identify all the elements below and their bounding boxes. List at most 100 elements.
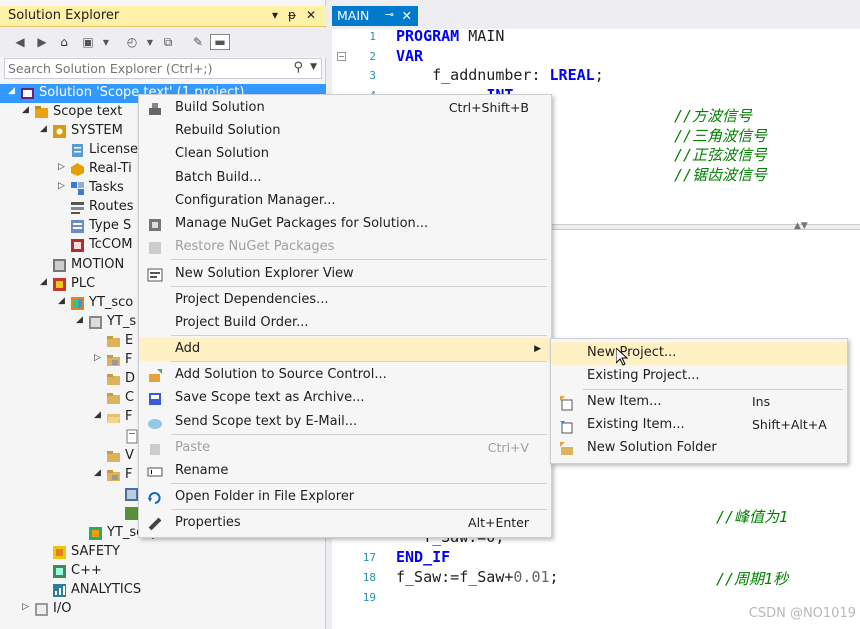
- expand-arrow-icon[interactable]: ▷: [58, 162, 68, 172]
- menu-separator: [171, 509, 547, 510]
- menu-item-label: Restore NuGet Packages: [175, 239, 335, 254]
- collapse-arrow-icon[interactable]: ◢: [22, 105, 32, 115]
- code-line[interactable]: END_IF: [396, 548, 450, 566]
- code-line[interactable]: VAR: [396, 47, 423, 65]
- proj-icon: [35, 106, 48, 118]
- dropdown-icon[interactable]: ▾: [272, 8, 278, 22]
- tccom-icon: [71, 239, 84, 252]
- expand-arrow-icon[interactable]: ▷: [58, 181, 68, 191]
- menu-item-restore-nuget-packages[interactable]: Restore NuGet Packages: [139, 236, 551, 259]
- tree-item-label: C++: [71, 563, 102, 578]
- menu-item-add[interactable]: Add ▶: [139, 338, 551, 361]
- expand-arrow-icon[interactable]: ▷: [94, 353, 104, 363]
- rt-icon: [71, 163, 84, 176]
- search-icon[interactable]: ⚲: [293, 60, 303, 75]
- code-line[interactable]: PROGRAM MAIN: [396, 27, 504, 45]
- menu-item-add-solution-to-source-control[interactable]: Add Solution to Source Control...: [139, 364, 551, 387]
- submenu-item-new-project[interactable]: New Project...: [551, 342, 847, 365]
- chevron-down-icon[interactable]: ▼: [310, 62, 317, 72]
- collapse-arrow-icon[interactable]: ◢: [8, 86, 18, 96]
- code-comment: //方波信号: [674, 107, 753, 125]
- menu-separator: [171, 286, 547, 287]
- menu-item-label: Project Dependencies...: [175, 292, 329, 307]
- collapse-arrow-icon[interactable]: ◢: [76, 315, 86, 325]
- openfolder-icon: [148, 492, 161, 504]
- pin-icon[interactable]: ⊸: [385, 8, 394, 21]
- tree-item[interactable]: C++: [0, 562, 326, 581]
- menu-item-build-solution[interactable]: Build Solution Ctrl+Shift+B: [139, 97, 551, 120]
- collapse-arrow-icon[interactable]: ◢: [40, 277, 50, 287]
- tree-item-label: SAFETY: [71, 544, 120, 559]
- solution-explorer-title: Solution Explorer: [8, 8, 120, 23]
- menu-item-batch-build[interactable]: Batch Build...: [139, 167, 551, 190]
- folder-icon: [107, 451, 120, 462]
- code-comment: //三角波信号: [674, 126, 768, 145]
- nuget2-icon: [149, 242, 161, 254]
- back-icon[interactable]: ◀: [12, 34, 28, 50]
- menu-item-label: New Solution Explorer View: [175, 266, 354, 281]
- collapse-arrow-icon[interactable]: ◢: [40, 124, 50, 134]
- switch-views-icon[interactable]: ▣: [80, 34, 96, 50]
- code-line[interactable]: f_Saw:=f_Saw+0.01;: [396, 568, 559, 586]
- code-line[interactable]: f_addnumber: LREAL;: [396, 66, 604, 84]
- tree-item-label: I/O: [53, 601, 72, 616]
- close-icon[interactable]: ✕: [402, 8, 412, 23]
- properties-wrench-icon[interactable]: ✎: [190, 34, 206, 50]
- menu-item-open-folder-in-file-explorer[interactable]: Open Folder in File Explorer: [139, 486, 551, 509]
- type-icon: [71, 220, 84, 233]
- folder-icon: [107, 393, 120, 404]
- menu-shortcut: Ctrl+Shift+B: [448, 100, 529, 115]
- tree-item-label: Tasks: [89, 180, 124, 195]
- collapse-all-icon[interactable]: ⧉: [160, 34, 176, 50]
- sln-icon: [21, 88, 34, 99]
- plc-icon: [53, 278, 66, 291]
- submenu-item-new-solution-folder[interactable]: New Solution Folder: [551, 437, 847, 460]
- collapse-arrow-icon[interactable]: ◢: [58, 296, 68, 306]
- pin-icon[interactable]: ᵽ: [288, 8, 296, 22]
- line-number: 1: [369, 30, 376, 43]
- menu-item-project-build-order[interactable]: Project Build Order...: [139, 312, 551, 335]
- submenu-item-existing-item[interactable]: Existing Item... Shift+Alt+A: [551, 414, 847, 437]
- tree-item-label: F: [125, 409, 133, 424]
- submenu-item-new-item[interactable]: New Item... Ins: [551, 391, 847, 414]
- tree-item[interactable]: ANALYTICS: [0, 581, 326, 600]
- menu-item-label: Batch Build...: [175, 170, 262, 185]
- collapse-arrow-icon[interactable]: ◢: [94, 410, 104, 420]
- tree-item[interactable]: SAFETY: [0, 543, 326, 562]
- menu-item-rebuild-solution[interactable]: Rebuild Solution: [139, 120, 551, 143]
- expand-arrow-icon[interactable]: ▷: [22, 602, 32, 612]
- search-input[interactable]: [8, 60, 288, 77]
- tree-item-label: E: [125, 333, 134, 348]
- menu-item-project-dependencies[interactable]: Project Dependencies...: [139, 289, 551, 312]
- menu-item-paste[interactable]: Paste Ctrl+V: [139, 437, 551, 460]
- mail-icon: [148, 419, 162, 429]
- chevron-down-icon[interactable]: ▼: [142, 34, 158, 50]
- pending-changes-icon[interactable]: ◴: [124, 34, 140, 50]
- home-icon[interactable]: ⌂: [56, 34, 72, 50]
- tab-main[interactable]: MAIN ⊸ ✕: [332, 6, 418, 26]
- menu-item-label: Open Folder in File Explorer: [175, 489, 355, 504]
- menu-item-send-scope-text-by-e-mail[interactable]: Send Scope text by E-Mail...: [139, 411, 551, 434]
- forward-icon[interactable]: ▶: [34, 34, 50, 50]
- menu-item-manage-nuget-packages-for-solution[interactable]: Manage NuGet Packages for Solution...: [139, 213, 551, 236]
- close-icon[interactable]: ✕: [306, 8, 316, 22]
- menu-shortcut: Alt+Enter: [468, 515, 529, 530]
- search-box: ⚲ ▼: [4, 58, 322, 79]
- y-icon: [125, 507, 138, 520]
- tree-item-label: Routes: [89, 199, 134, 214]
- menu-item-label: Rebuild Solution: [175, 123, 281, 138]
- collapse-arrow-icon[interactable]: ◢: [94, 468, 104, 478]
- tree-item[interactable]: ▷ I/O: [0, 600, 326, 619]
- fold-toggle-icon[interactable]: −: [337, 52, 346, 61]
- menu-item-clean-solution[interactable]: Clean Solution: [139, 143, 551, 166]
- menu-item-new-solution-explorer-view[interactable]: New Solution Explorer View: [139, 263, 551, 286]
- menu-item-configuration-manager[interactable]: Configuration Manager...: [139, 190, 551, 213]
- submenu-item-existing-project[interactable]: Existing Project...: [551, 365, 847, 388]
- menu-item-rename[interactable]: Rename: [139, 460, 551, 483]
- menu-item-save-scope-text-as-archive[interactable]: Save Scope text as Archive...: [139, 387, 551, 410]
- nuget-icon: [149, 219, 161, 231]
- menu-item-properties[interactable]: Properties Alt+Enter: [139, 512, 551, 535]
- chevron-down-icon[interactable]: ▼: [98, 34, 114, 50]
- line-number: 19: [362, 591, 376, 604]
- preview-icon[interactable]: ▬: [210, 34, 230, 50]
